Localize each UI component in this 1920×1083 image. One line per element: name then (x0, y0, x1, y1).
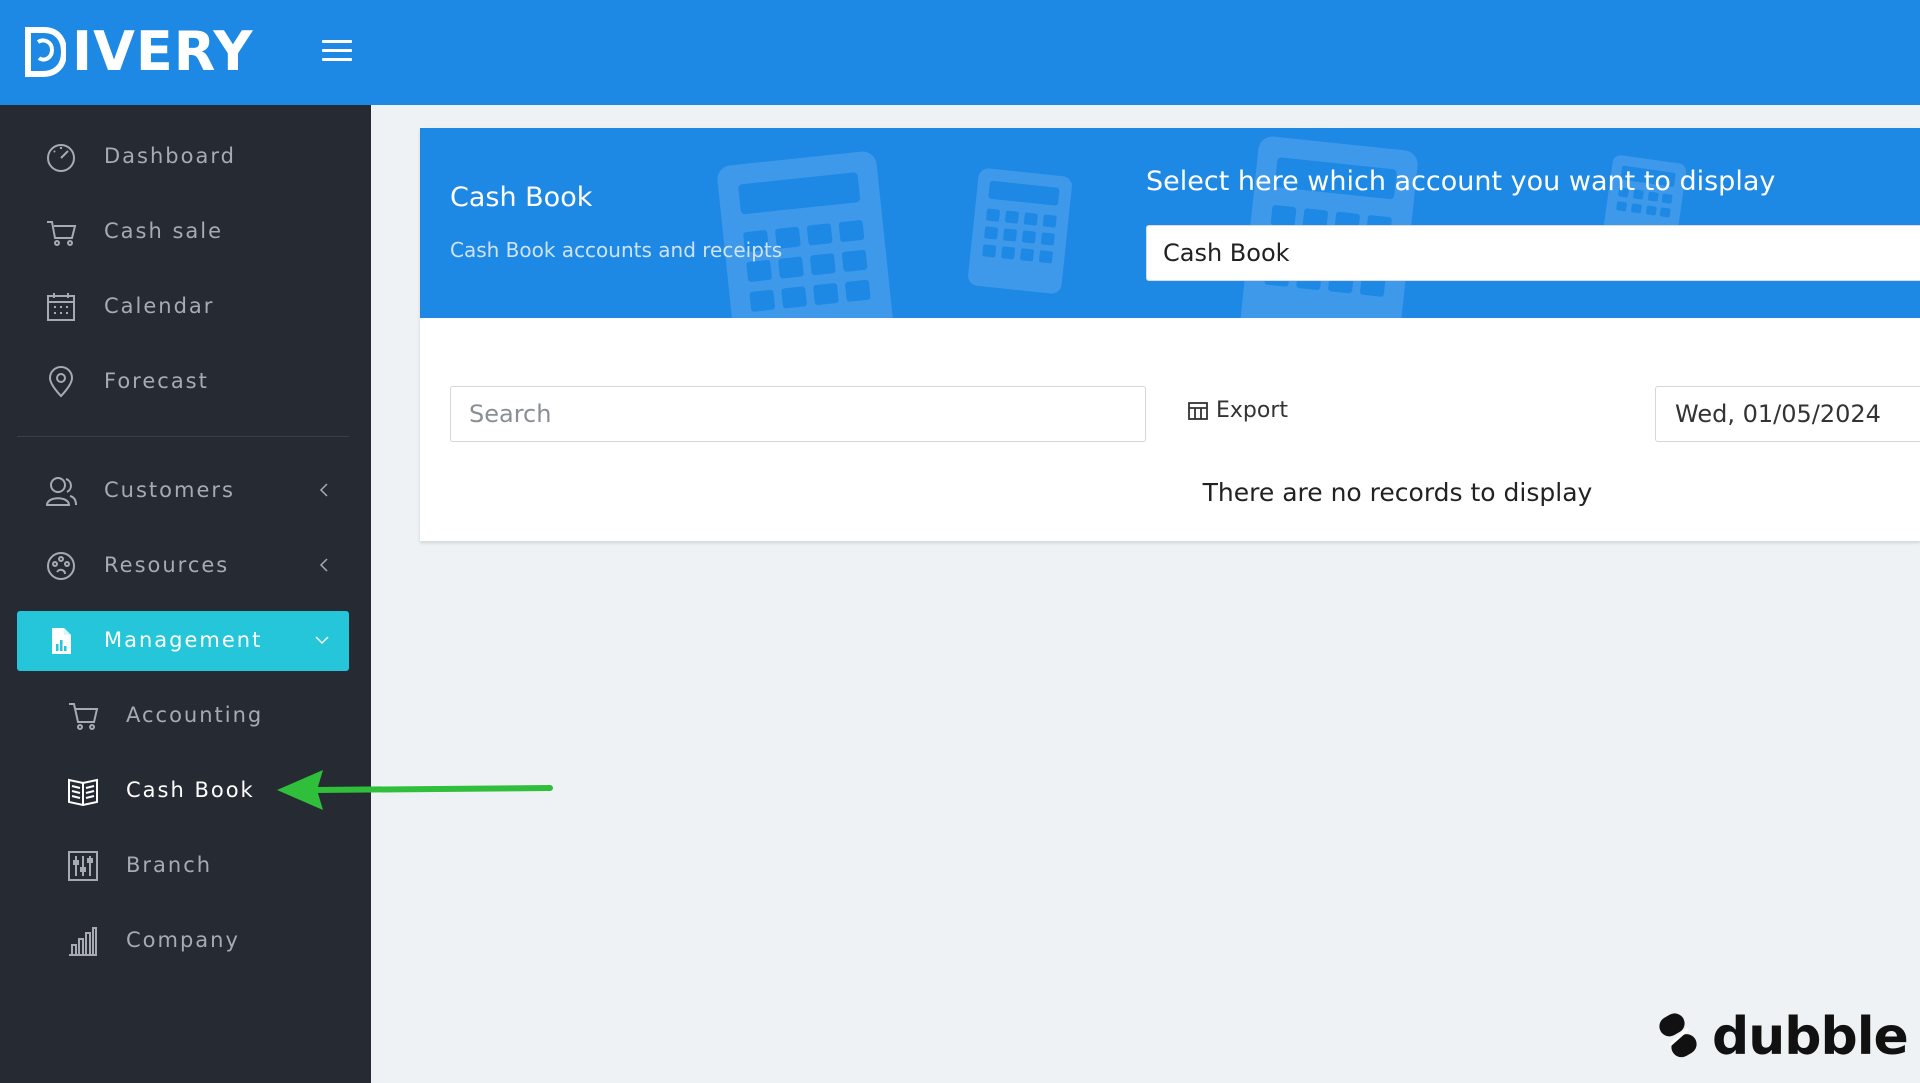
sidebar-item-label: Customers (104, 478, 235, 502)
sidebar-divider (17, 436, 349, 437)
map-pin-icon (48, 366, 74, 398)
brand-logo[interactable]: IVERY (22, 22, 254, 82)
sidebar-item-resources[interactable]: Resources (17, 536, 349, 596)
pointer-arrow (277, 770, 553, 810)
sidebar-subitem-company[interactable]: Company (17, 911, 349, 971)
sidebar-item-management[interactable]: Management (17, 611, 349, 671)
brand-name: IVERY (72, 20, 254, 83)
book-icon (68, 778, 98, 807)
account-select[interactable]: Cash Book (1146, 225, 1920, 281)
sliders-icon (68, 851, 98, 881)
sidebar: Dashboard Cash sale Calendar Forecast Cu… (0, 105, 371, 1083)
sidebar-subitem-label: Branch (126, 853, 213, 877)
sidebar-item-cash-sale[interactable]: Cash sale (17, 202, 349, 262)
cart-outline-icon (69, 703, 99, 730)
brand-logo-icon (25, 27, 66, 77)
users-icon (45, 477, 77, 506)
palette-icon (47, 552, 75, 580)
sidebar-item-label: Forecast (104, 369, 209, 393)
report-file-icon (52, 628, 71, 654)
sidebar-item-label: Dashboard (104, 144, 236, 168)
chevron-down-icon (315, 636, 329, 645)
sidebar-subitem-label: Cash Book (126, 778, 255, 802)
calculator-background-icon (968, 168, 1072, 294)
account-select-label: Select here which account you want to di… (1146, 166, 1776, 197)
gauge-icon (47, 144, 75, 172)
export-button-label: Export (1216, 398, 1289, 423)
cash-book-card: Cash Book Cash Book accounts and receipt… (420, 128, 1920, 541)
calculator-background-icon (717, 151, 895, 318)
empty-state-message: There are no records to display (1202, 478, 1593, 507)
sidebar-subitem-branch[interactable]: Branch (17, 836, 349, 896)
chevron-left-icon (319, 558, 328, 572)
sidebar-item-customers[interactable]: Customers (17, 461, 349, 521)
sidebar-item-dashboard[interactable]: Dashboard (17, 127, 349, 187)
menu-toggle-icon[interactable] (322, 40, 352, 66)
chevron-left-icon (319, 483, 328, 497)
export-button[interactable]: Export (1188, 398, 1288, 423)
page-title: Cash Book (450, 182, 593, 213)
search-input[interactable] (450, 386, 1146, 442)
cart-icon (47, 221, 77, 246)
sidebar-item-label: Calendar (104, 294, 215, 318)
date-picker[interactable]: Wed, 01/05/2024 (1655, 386, 1920, 442)
sidebar-subitem-label: Company (126, 928, 240, 952)
sidebar-subitem-label: Accounting (126, 703, 264, 727)
sidebar-item-label: Cash sale (104, 219, 224, 243)
sidebar-item-label: Resources (104, 553, 230, 577)
bar-chart-icon (69, 927, 97, 956)
sidebar-item-calendar[interactable]: Calendar (17, 277, 349, 337)
sidebar-item-label: Management (104, 628, 263, 652)
calendar-icon (47, 293, 75, 321)
sidebar-item-forecast[interactable]: Forecast (17, 352, 349, 412)
sidebar-subitem-accounting[interactable]: Accounting (17, 686, 349, 746)
dubble-watermark: dubble (1656, 1007, 1909, 1067)
page-subtitle: Cash Book accounts and receipts (450, 238, 783, 262)
top-bar: IVERY (0, 0, 1920, 105)
dubble-logo-icon (1659, 1013, 1697, 1058)
card-header: Cash Book Cash Book accounts and receipt… (420, 128, 1920, 318)
dubble-text: dubble (1712, 1007, 1909, 1067)
table-icon (1188, 401, 1208, 420)
